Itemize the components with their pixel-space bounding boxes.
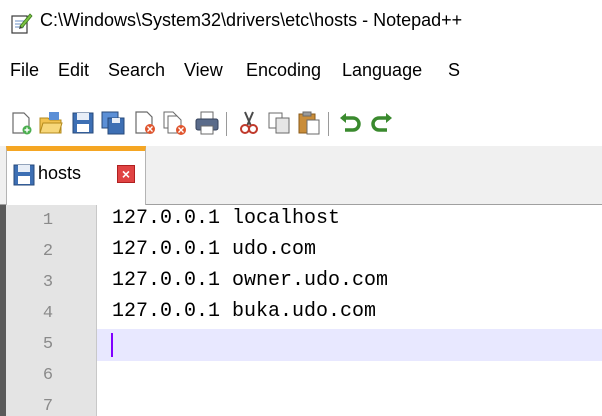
menu-view[interactable]: View bbox=[184, 60, 223, 81]
paste-icon[interactable] bbox=[296, 110, 322, 136]
redo-icon[interactable] bbox=[368, 110, 394, 136]
save-icon[interactable] bbox=[70, 110, 96, 136]
editor-line: 4 127.0.0.1 buka.udo.com bbox=[0, 298, 602, 330]
save-disk-icon bbox=[13, 164, 35, 186]
toolbar bbox=[0, 104, 602, 142]
tab-hosts[interactable]: hosts × bbox=[6, 146, 146, 207]
editor-line: 1 127.0.0.1 localhost bbox=[0, 205, 602, 237]
toolbar-separator bbox=[328, 112, 329, 136]
menu-search[interactable]: Search bbox=[108, 60, 165, 81]
menu-edit[interactable]: Edit bbox=[58, 60, 89, 81]
tab-strip: hosts × bbox=[0, 146, 602, 207]
close-all-icon[interactable] bbox=[162, 110, 188, 136]
menu-encoding[interactable]: Encoding bbox=[246, 60, 321, 81]
line-text: 127.0.0.1 udo.com bbox=[112, 238, 317, 261]
open-file-icon[interactable] bbox=[38, 110, 64, 136]
close-tab-icon[interactable]: × bbox=[117, 165, 135, 183]
line-text: 127.0.0.1 buka.udo.com bbox=[112, 300, 377, 323]
line-number: 6 bbox=[42, 366, 54, 385]
line-number: 3 bbox=[42, 273, 54, 292]
line-number: 2 bbox=[42, 242, 54, 261]
line-number: 4 bbox=[42, 304, 54, 323]
copy-icon[interactable] bbox=[266, 110, 292, 136]
editor-line: 3 127.0.0.1 owner.udo.com bbox=[0, 267, 602, 299]
close-file-icon[interactable] bbox=[132, 110, 158, 136]
line-text: 127.0.0.1 localhost bbox=[112, 207, 341, 230]
save-all-icon[interactable] bbox=[100, 110, 126, 136]
notepad-icon bbox=[11, 13, 33, 34]
undo-icon[interactable] bbox=[338, 110, 364, 136]
menu-bar: File Edit Search View Encoding Language … bbox=[0, 60, 602, 90]
line-number: 1 bbox=[42, 211, 54, 230]
menu-file[interactable]: File bbox=[10, 60, 39, 81]
new-file-icon[interactable] bbox=[8, 110, 34, 136]
title-bar: C:\Windows\System32\drivers\etc\hosts - … bbox=[0, 0, 602, 44]
tab-label: hosts bbox=[38, 163, 82, 183]
editor-line: 5 bbox=[0, 329, 602, 361]
line-number: 5 bbox=[42, 335, 54, 354]
editor-line: 6 bbox=[0, 360, 602, 392]
editor-line: 7 bbox=[0, 391, 602, 416]
toolbar-separator bbox=[226, 112, 227, 136]
editor[interactable]: 1 127.0.0.1 localhost 2 127.0.0.1 udo.co… bbox=[0, 205, 602, 416]
menu-language[interactable]: Language bbox=[342, 60, 422, 81]
editor-line: 2 127.0.0.1 udo.com bbox=[0, 236, 602, 268]
line-text: 127.0.0.1 owner.udo.com bbox=[112, 269, 389, 292]
menu-settings[interactable]: S bbox=[448, 60, 460, 81]
window-title: C:\Windows\System32\drivers\etc\hosts - … bbox=[40, 10, 463, 30]
cut-icon[interactable] bbox=[236, 110, 262, 136]
print-icon[interactable] bbox=[194, 110, 220, 136]
line-number: 7 bbox=[42, 397, 54, 416]
